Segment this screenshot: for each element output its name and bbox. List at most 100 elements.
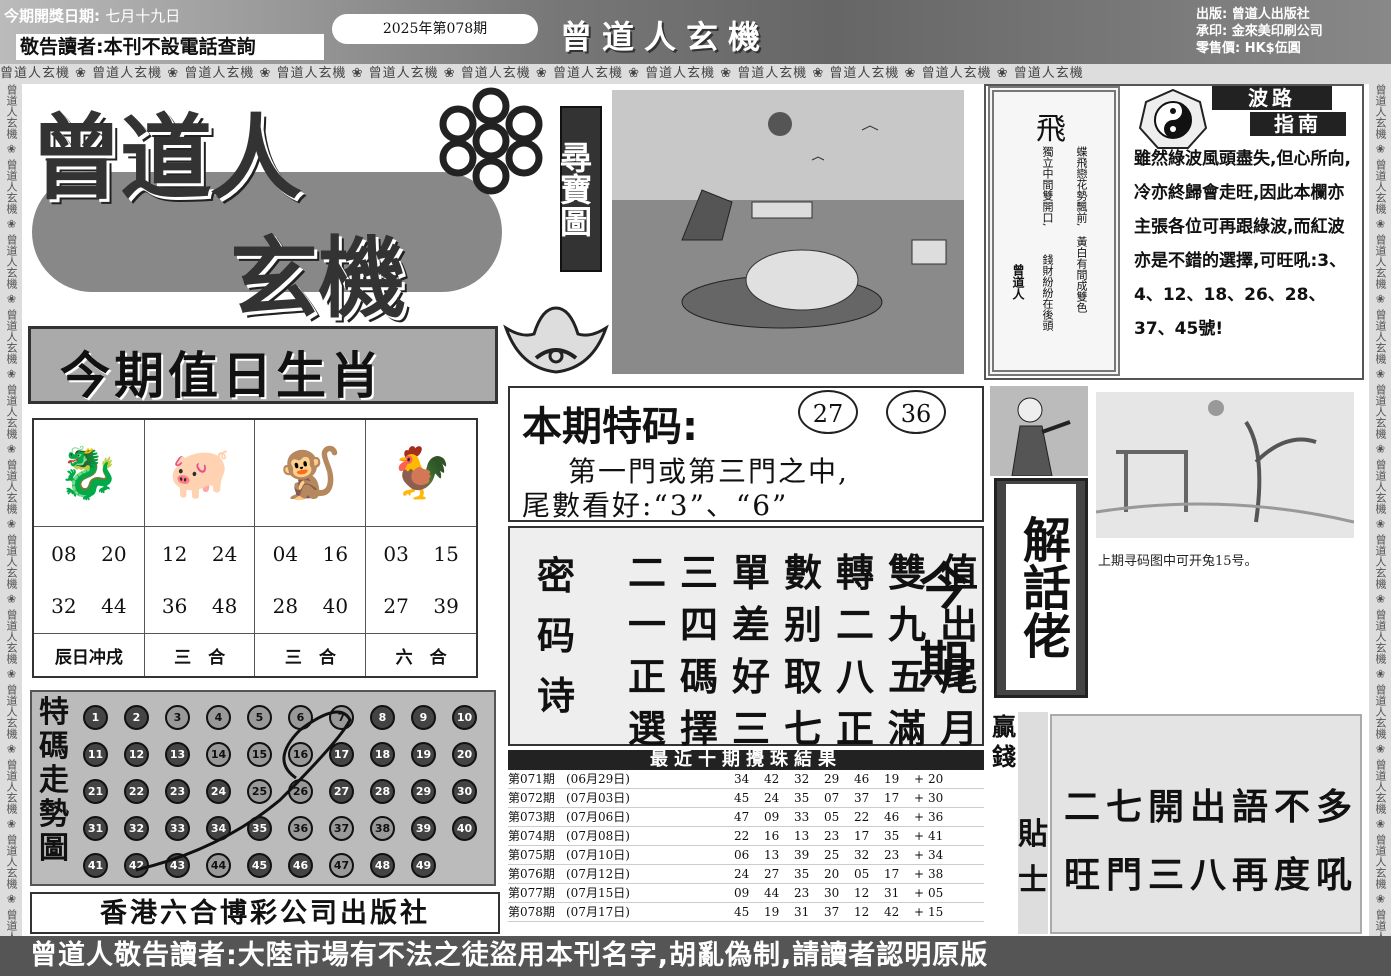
zodiac-numbers: 08 20 32 44 <box>32 526 145 634</box>
results-cell: 07 <box>824 791 840 805</box>
results-cell: 30 <box>824 886 840 900</box>
results-cell: 20 <box>824 867 840 881</box>
scene-picture <box>1096 392 1354 538</box>
trend-ball: 19 <box>411 742 436 767</box>
special-number: 36 <box>886 390 946 434</box>
publisher-line: 出版: 曾道人出版社 <box>1196 7 1310 22</box>
results-cell: 第073期 <box>508 810 555 824</box>
explainer-label: 解話佬 <box>1006 484 1076 690</box>
fly-title: 飛 <box>1036 112 1066 147</box>
results-cell: 27 <box>764 867 780 881</box>
zodiac-numbers: 04 16 28 40 <box>254 526 367 634</box>
fly-verse: 錢財紛紛在後頭 <box>1041 254 1054 331</box>
results-cell: 22 <box>734 829 750 843</box>
results-cell: 24 <box>764 791 780 805</box>
special-code-title: 本期特码: <box>522 404 698 450</box>
fly-verse: 黃白有間成雙色 <box>1075 236 1088 313</box>
results-cell: 13 <box>794 829 810 843</box>
results-cell: 42 <box>764 772 780 786</box>
results-cell: 第071期 <box>508 772 555 786</box>
results-row: 第071期 (06月29日) 34 42 32 29 46 19 +20 <box>508 770 984 789</box>
results-cell: 34 <box>734 772 750 786</box>
results-plus: + <box>914 772 925 786</box>
treasure-map-picture <box>612 90 964 374</box>
trend-chart-label: 特碼走勢圖 <box>39 695 69 866</box>
results-cell: 42 <box>884 905 900 919</box>
results-plus: + <box>914 810 925 824</box>
tips-line: 二七開出語不多 <box>1064 786 1359 828</box>
results-cell: 19 <box>884 772 900 786</box>
treasure-map-label: 尋寶圖 <box>555 106 602 272</box>
zodiac-relation: 三 合 <box>254 633 367 678</box>
rooster-icon: 🐓 <box>365 418 478 527</box>
zodiac-title: 今期值日生肖 <box>60 347 384 405</box>
zodiac-relation: 六 合 <box>365 633 478 678</box>
results-cell: 35 <box>884 829 900 843</box>
pig-icon: 🐖 <box>143 418 256 527</box>
results-cell: 17 <box>884 867 900 881</box>
trend-ball: 9 <box>411 705 436 730</box>
zodiac-relation: 辰日冲戌 <box>32 633 145 678</box>
results-cell: 37 <box>824 905 840 919</box>
monkey-icon: 🐒 <box>254 418 367 527</box>
results-cell: 15 <box>928 905 944 919</box>
price-line: 零售價: HK$伍圓 <box>1196 41 1301 56</box>
results-plus: + <box>914 791 925 805</box>
results-cell: 24 <box>734 867 750 881</box>
publisher-banner: 香港六合博彩公司出版社 <box>30 892 500 934</box>
results-cell: 17 <box>884 791 900 805</box>
results-plus: + <box>914 905 925 919</box>
results-row: 第074期 (07月08日) 22 16 13 23 17 35 +41 <box>508 827 984 846</box>
coin-rings-icon <box>439 87 543 195</box>
results-row: 第072期 (07月03日) 45 24 35 07 37 17 +30 <box>508 789 984 808</box>
results-cell: 35 <box>794 867 810 881</box>
results-cell: (07月06日) <box>566 810 630 824</box>
results-cell: 20 <box>928 772 944 786</box>
sage-figure-icon <box>990 386 1088 476</box>
masthead-title: 曾道人玄機 <box>560 18 771 56</box>
left-watermark: 曾道人玄機 ❀ 曾道人玄機 ❀ 曾道人玄機 ❀ 曾道人玄機 ❀ 曾道人玄機 ❀ … <box>0 84 22 936</box>
tips-line: 旺門三八再度吼 <box>1064 854 1359 896</box>
phone-notice: 敬告讀者:本刊不設電話查詢 <box>16 34 324 60</box>
results-cell: 32 <box>794 772 810 786</box>
logo-line2: 玄機 <box>230 227 407 330</box>
results-plus: + <box>914 829 925 843</box>
draw-date: 今期開獎日期: 七月十九日 <box>4 7 181 25</box>
results-cell: (07月10日) <box>566 848 630 862</box>
results-table: 第071期 (06月29日) 34 42 32 29 46 19 +20 第072期 (07月03日… <box>508 770 984 922</box>
results-cell: 23 <box>794 886 810 900</box>
results-cell: (07月12日) <box>566 867 630 881</box>
results-cell: 第078期 <box>508 905 555 919</box>
results-row: 第073期 (07月06日) 47 09 33 05 22 46 +36 <box>508 808 984 827</box>
results-cell: (07月17日) <box>566 905 630 919</box>
logo-line1: 曾道人 <box>30 105 302 212</box>
results-title: 最近十期攪珠結果 <box>508 750 984 770</box>
results-cell: 31 <box>794 905 810 919</box>
issue-number: 2025年第078期 <box>332 14 538 44</box>
results-cell: 34 <box>928 848 944 862</box>
results-cell: 16 <box>764 829 780 843</box>
wave-guide-text: 雖然綠波風頭盡失,但心所向,冷亦終歸會走旺,因此本欄亦主張各位可再跟綠波,而紅波… <box>1134 149 1351 339</box>
results-cell: 30 <box>928 791 944 805</box>
results-cell: 13 <box>764 848 780 862</box>
results-cell: 22 <box>854 810 870 824</box>
poem-line: 選擇三七正滿月 <box>628 706 993 751</box>
results-cell: 39 <box>794 848 810 862</box>
results-cell: 25 <box>824 848 840 862</box>
results-cell: 46 <box>854 772 870 786</box>
code-poem-label: 密码诗 <box>536 554 575 718</box>
zodiac-numbers: 12 24 36 48 <box>143 526 256 634</box>
results-cell: 32 <box>854 848 870 862</box>
special-hint-line2: 尾數看好:“3”、“6” <box>522 489 789 522</box>
results-cell: (07月03日) <box>566 791 630 805</box>
special-number: 27 <box>798 390 858 434</box>
results-row: 第075期 (07月10日) 06 13 39 25 32 23 +34 <box>508 846 984 865</box>
results-cell: 第077期 <box>508 886 555 900</box>
results-cell: 46 <box>884 810 900 824</box>
results-cell: 41 <box>928 829 944 843</box>
results-cell: 09 <box>764 810 780 824</box>
results-cell: 37 <box>854 791 870 805</box>
results-cell: 05 <box>854 867 870 881</box>
results-cell: 第074期 <box>508 829 555 843</box>
results-cell: 12 <box>854 905 870 919</box>
